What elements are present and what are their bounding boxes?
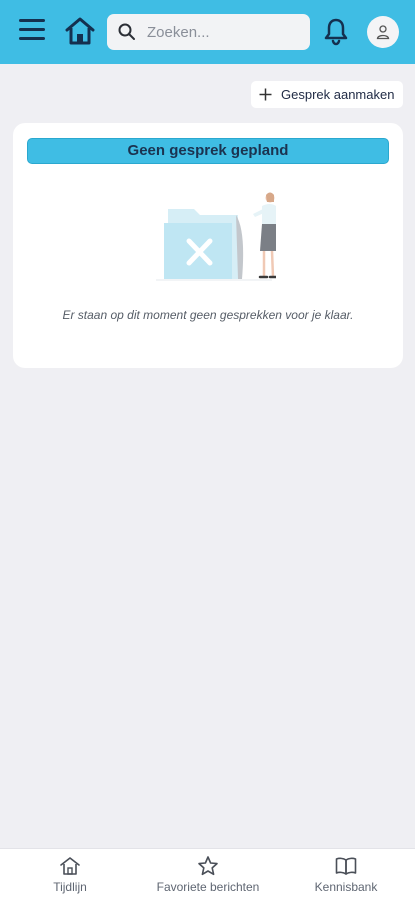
conversation-card: Geen gesprek gepland Er staan op dit mom… [13, 123, 403, 368]
home-icon [60, 857, 80, 875]
nav-item-tijdlijn[interactable]: Tijdlijn [40, 855, 100, 894]
plus-icon [259, 88, 272, 101]
create-conversation-label: Gesprek aanmaken [281, 87, 395, 102]
top-app-bar [0, 0, 415, 64]
nav-label-tijdlijn: Tijdlijn [53, 880, 87, 894]
no-conversation-banner: Geen gesprek gepland [27, 138, 389, 164]
menu-icon[interactable] [19, 19, 45, 43]
nav-label-kennisbank: Kennisbank [314, 880, 378, 894]
star-icon [198, 856, 218, 876]
empty-state-message: Er staan op dit moment geen gesprekken v… [62, 308, 354, 322]
bottom-navigation: Tijdlijn Favoriete berichten Kennisbank [0, 848, 415, 900]
search-input[interactable] [147, 23, 297, 41]
user-icon [376, 25, 390, 40]
book-icon [335, 857, 357, 875]
empty-folder-illustration [156, 192, 276, 281]
create-conversation-button[interactable]: Gesprek aanmaken [251, 81, 403, 108]
bell-icon[interactable] [322, 16, 350, 46]
nav-item-kennisbank[interactable]: Kennisbank [304, 855, 388, 894]
nav-label-favorites: Favoriete berichten [156, 880, 260, 894]
home-icon[interactable] [64, 15, 96, 47]
search-icon [118, 23, 135, 40]
avatar[interactable] [367, 16, 399, 48]
search-bar[interactable] [107, 14, 310, 50]
nav-item-favorites[interactable]: Favoriete berichten [145, 855, 271, 894]
